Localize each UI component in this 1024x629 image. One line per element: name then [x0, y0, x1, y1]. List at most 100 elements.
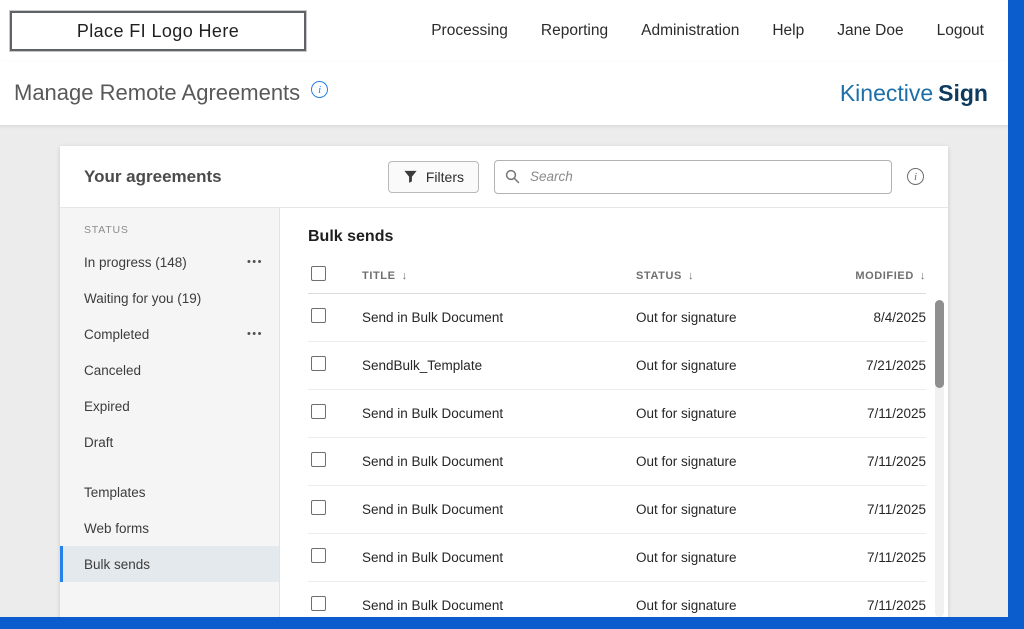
row-modified: 7/11/2025	[866, 502, 926, 517]
nav-help[interactable]: Help	[772, 22, 804, 40]
sidebar-item-in-progress[interactable]: In progress (148) •••	[60, 244, 279, 280]
status-section-label: STATUS	[84, 224, 129, 236]
table-row[interactable]: Send in Bulk Document Out for signature …	[308, 390, 926, 438]
sidebar-item-label: Templates	[84, 484, 146, 500]
brand-name-primary: Kinective	[839, 80, 934, 106]
nav-logout[interactable]: Logout	[937, 22, 984, 40]
top-nav-bar: Place FI Logo Here Processing Reporting …	[0, 0, 1008, 62]
brand-logo: Kinective Sign	[840, 80, 988, 107]
row-checkbox[interactable]	[311, 451, 326, 467]
ellipsis-icon[interactable]: •••	[247, 328, 263, 340]
column-header-title[interactable]: TITLE ↓	[362, 270, 636, 282]
row-title: Send in Bulk Document	[362, 550, 504, 565]
agreements-controls: Filters i	[387, 159, 924, 194]
page-header: Manage Remote Agreements i Kinective Sign	[0, 62, 1008, 126]
sort-descending-icon: ↓	[401, 269, 408, 282]
row-checkbox-cell	[308, 595, 362, 616]
row-checkbox[interactable]	[311, 355, 326, 371]
sidebar-item-templates[interactable]: Templates	[60, 474, 279, 510]
filters-button[interactable]: Filters	[387, 160, 479, 193]
sidebar-item-label: Web forms	[84, 520, 150, 536]
fi-logo-text: Place FI Logo Here	[76, 20, 240, 41]
table-header-row: TITLE ↓ STATUS ↓ MODIFIED ↓	[308, 258, 926, 294]
row-status: Out for signature	[636, 502, 737, 517]
brand-name-secondary: Sign	[938, 80, 988, 106]
nav-administration[interactable]: Administration	[641, 22, 739, 40]
row-modified: 7/11/2025	[866, 598, 926, 613]
select-all-checkbox[interactable]	[311, 265, 326, 281]
sidebar-item-waiting-for-you[interactable]: Waiting for you (19)	[60, 280, 279, 316]
sort-descending-icon: ↓	[919, 269, 926, 282]
search-box	[494, 159, 892, 194]
search-input[interactable]	[528, 168, 881, 185]
sidebar-item-label: Completed	[84, 326, 150, 342]
app-window: Place FI Logo Here Processing Reporting …	[0, 0, 1008, 617]
page-info-icon[interactable]: i	[311, 81, 329, 99]
card-info-icon[interactable]: i	[907, 168, 924, 185]
page-title-group: Manage Remote Agreements i	[14, 80, 329, 106]
sidebar-item-completed[interactable]: Completed •••	[60, 316, 279, 352]
row-checkbox-cell	[308, 499, 362, 520]
table-row[interactable]: Send in Bulk Document Out for signature …	[308, 534, 926, 582]
nav-reporting[interactable]: Reporting	[541, 22, 608, 40]
table-title: Bulk sends	[308, 228, 394, 245]
main-content: Your agreements Filters i STATUS	[0, 126, 1008, 617]
row-title: Send in Bulk Document	[362, 454, 504, 469]
table-row[interactable]: Send in Bulk Document Out for signature …	[308, 294, 926, 342]
row-status: Out for signature	[636, 598, 737, 613]
row-title: Send in Bulk Document	[362, 502, 504, 517]
table-row[interactable]: SendBulk_Template Out for signature 7/21…	[308, 342, 926, 390]
row-checkbox-cell	[308, 547, 362, 568]
sidebar-item-label: In progress (148)	[84, 254, 187, 270]
table-row[interactable]: Send in Bulk Document Out for signature …	[308, 486, 926, 534]
ellipsis-icon[interactable]: •••	[247, 256, 263, 268]
row-modified: 8/4/2025	[873, 310, 926, 325]
search-icon	[505, 169, 520, 184]
row-modified: 7/11/2025	[866, 454, 926, 469]
row-checkbox[interactable]	[311, 595, 326, 611]
row-modified: 7/21/2025	[865, 358, 926, 373]
sidebar-item-label: Bulk sends	[84, 556, 151, 572]
row-status: Out for signature	[636, 550, 737, 565]
table-row[interactable]: Send in Bulk Document Out for signature …	[308, 438, 926, 486]
row-checkbox[interactable]	[311, 307, 326, 323]
agreements-card: Your agreements Filters i STATUS	[60, 146, 948, 617]
row-checkbox[interactable]	[311, 499, 326, 515]
nav-processing[interactable]: Processing	[431, 22, 508, 40]
row-checkbox-cell	[308, 355, 362, 376]
fi-logo-placeholder: Place FI Logo Here	[9, 10, 307, 52]
sidebar-item-bulk-sends[interactable]: Bulk sends	[60, 546, 279, 582]
main-nav: Processing Reporting Administration Help…	[431, 22, 984, 40]
sidebar-item-label: Expired	[84, 398, 130, 414]
sidebar-divider-gap	[60, 460, 279, 474]
row-title: SendBulk_Template	[362, 358, 483, 373]
bulk-sends-table-area: Bulk sends TITLE ↓ STATUS ↓ MODIFIED ↓ S…	[280, 208, 948, 617]
row-title: Send in Bulk Document	[362, 406, 504, 421]
table-scrollbar[interactable]	[935, 300, 944, 617]
row-status: Out for signature	[636, 310, 737, 325]
sidebar-item-web-forms[interactable]: Web forms	[60, 510, 279, 546]
sidebar-item-label: Canceled	[84, 362, 142, 378]
row-title: Send in Bulk Document	[362, 310, 504, 325]
sidebar-item-draft[interactable]: Draft	[60, 424, 279, 460]
sidebar-item-label: Waiting for you (19)	[84, 290, 202, 306]
select-all-cell	[308, 265, 362, 286]
page-title: Manage Remote Agreements	[14, 80, 301, 106]
agreements-card-header: Your agreements Filters i	[60, 146, 948, 208]
column-header-modified[interactable]: MODIFIED ↓	[808, 270, 926, 282]
table-scrollbar-thumb[interactable]	[935, 300, 944, 388]
row-checkbox[interactable]	[311, 403, 326, 419]
agreements-card-body: STATUS In progress (148) ••• Waiting for…	[60, 208, 948, 617]
row-checkbox[interactable]	[311, 547, 326, 563]
column-header-status[interactable]: STATUS ↓	[636, 270, 808, 282]
row-status: Out for signature	[636, 406, 737, 421]
filters-label: Filters	[425, 168, 464, 185]
row-modified: 7/11/2025	[866, 550, 926, 565]
sidebar-item-expired[interactable]: Expired	[60, 388, 279, 424]
row-checkbox-cell	[308, 451, 362, 472]
sidebar-item-canceled[interactable]: Canceled	[60, 352, 279, 388]
table-row[interactable]: Send in Bulk Document Out for signature …	[308, 582, 926, 617]
row-status: Out for signature	[636, 358, 737, 373]
nav-user[interactable]: Jane Doe	[837, 22, 903, 40]
status-sidebar: STATUS In progress (148) ••• Waiting for…	[60, 208, 280, 617]
